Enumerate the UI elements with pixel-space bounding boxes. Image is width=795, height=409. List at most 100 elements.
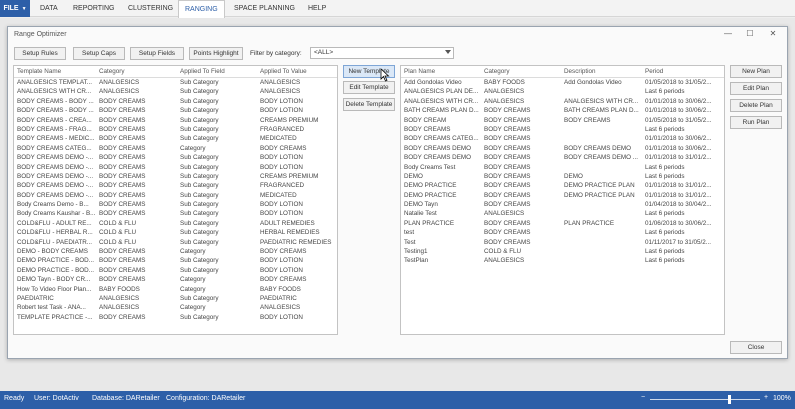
plan-row[interactable]: BODY CREAMS BODY CREAMS Last 6 periods — [401, 125, 724, 134]
tab-ranging[interactable]: RANGING — [178, 0, 225, 18]
template-row[interactable]: Robert test Task - ANA... ANALGESICS Categ… — [14, 303, 337, 312]
template-row[interactable]: DEMO PRACTICE - BOD... BODY CREAMS Sub Cat… — [14, 266, 337, 275]
zoom-in-button[interactable]: + — [764, 394, 768, 401]
plan-row[interactable]: Testing1 COLD & FLU Last 6 periods — [401, 247, 724, 256]
template-row[interactable]: BODY CREAMS DEMO -... BODY CREAMS Sub Cate… — [14, 191, 337, 200]
plan-row[interactable]: DEMO PRACTICE BODY CREAMS DEMO PRACTICE PL… — [401, 181, 724, 190]
zoom-slider[interactable] — [650, 395, 760, 404]
table-cell: BODY CREAMS — [99, 116, 146, 124]
plan-row[interactable]: Body Creams Test BODY CREAMS Last 6 period… — [401, 163, 724, 172]
tab-space-planning[interactable]: SPACE PLANNING — [228, 0, 301, 17]
plan-row[interactable]: Test BODY CREAMS 01/11/2017 to 31/05/2... — [401, 238, 724, 247]
plan-row[interactable]: Natalie Test ANALGESICS Last 6 periods — [401, 209, 724, 218]
maximize-icon[interactable]: ☐ — [740, 28, 760, 40]
plan-row[interactable]: PLAN PRACTICE BODY CREAMS PLAN PRACTICE 01/… — [401, 219, 724, 228]
template-row[interactable]: BODY CREAMS - BODY ... BODY CREAMS Sub Cat… — [14, 97, 337, 106]
edit-plan-button[interactable]: Edit Plan — [730, 82, 782, 95]
table-cell: Body Creams Kaushar - B... — [17, 210, 96, 218]
plan-row[interactable]: TestPlan ANALGESICS Last 6 periods — [401, 256, 724, 265]
plan-row[interactable]: ANALGESICS PLAN DE... ANALGESICS Last 6 pe… — [401, 87, 724, 96]
template-row[interactable]: ANALGESICS WITH CR... ANALGESICS Sub Categ… — [14, 87, 337, 96]
setup-caps-button[interactable]: Setup Caps — [73, 47, 125, 60]
ribbon: FILE ▼ DATA REPORTING CLUSTERING RANGING… — [0, 0, 795, 18]
table-cell: BODY CREAMS — [99, 172, 146, 180]
template-row[interactable]: COLD&FLU - HERBAL R... COLD & FLU Sub Cate… — [14, 228, 337, 237]
tab-data[interactable]: DATA — [34, 0, 64, 17]
column-header[interactable]: Category — [481, 66, 561, 77]
plan-row[interactable]: BODY CREAMS CATEG... BODY CREAMS 01/01/201… — [401, 134, 724, 143]
tab-help[interactable]: HELP — [302, 0, 332, 17]
template-row[interactable]: BODY CREAMS - MEDIC... BODY CREAMS Sub Cat… — [14, 134, 337, 143]
table-cell: ADULT REMEDIES — [260, 219, 315, 227]
column-header[interactable]: Applied To Field — [177, 66, 257, 77]
new-plan-button[interactable]: New Plan — [730, 65, 782, 78]
template-row[interactable]: COLD&FLU - PAEDIATR... COLD & FLU Sub Cate… — [14, 238, 337, 247]
template-row[interactable]: COLD&FLU - ADULT RE... COLD & FLU Sub Cate… — [14, 219, 337, 228]
template-row[interactable]: BODY CREAMS DEMO -... BODY CREAMS Sub Cate… — [14, 153, 337, 162]
plan-row[interactable]: test BODY CREAMS Last 6 periods — [401, 228, 724, 237]
plan-row[interactable]: BODY CREAM BODY CREAMS BODY CREAMS 01/05/20… — [401, 116, 724, 125]
table-cell: BODY CREAMS — [99, 313, 146, 321]
table-cell — [561, 125, 642, 134]
setup-rules-button[interactable]: Setup Rules — [14, 47, 66, 60]
plan-row[interactable]: BODY CREAMS DEMO BODY CREAMS BODY CREAMS D… — [401, 153, 724, 162]
template-row[interactable]: BODY CREAMS DEMO -... BODY CREAMS Sub Cate… — [14, 172, 337, 181]
column-header[interactable]: Period — [642, 66, 724, 77]
points-highlight-button[interactable]: Points Highlight — [189, 47, 243, 60]
plan-row[interactable]: Add Gondolas Video BABY FOODS Add Gondolas… — [401, 78, 724, 87]
template-row[interactable]: PAEDIATRIC ANALGESICS Sub Category PAEDIATR… — [14, 294, 337, 303]
template-row[interactable]: Body Creams Demo - B... BODY CREAMS Sub Ca… — [14, 200, 337, 209]
template-row[interactable]: BODY CREAMS CATEG... BODY CREAMS Category B… — [14, 144, 337, 153]
plan-row[interactable]: BODY CREAMS DEMO BODY CREAMS BODY CREAMS D… — [401, 144, 724, 153]
table-cell: ANALGESICS — [260, 79, 301, 86]
tab-clustering[interactable]: CLUSTERING — [122, 0, 179, 17]
templates-grid[interactable]: Template Name Category Applied To Field … — [13, 65, 338, 335]
close-button[interactable]: Close — [730, 341, 782, 354]
table-cell: Sub Category — [180, 210, 219, 218]
template-row[interactable]: BODY CREAMS DEMO -... BODY CREAMS Sub Cate… — [14, 181, 337, 190]
template-row[interactable]: BODY CREAMS - BODY ... BODY CREAMS Sub Cat… — [14, 106, 337, 115]
setup-fields-button[interactable]: Setup Fields — [130, 47, 184, 60]
delete-plan-button[interactable]: Delete Plan — [730, 99, 782, 112]
zoom-out-button[interactable]: − — [641, 394, 645, 401]
zoom-slider-thumb[interactable] — [727, 395, 731, 404]
table-cell: BODY CREAMS — [99, 276, 146, 284]
table-cell: Last 6 periods — [645, 210, 685, 218]
column-header[interactable]: Applied To Value — [257, 66, 337, 77]
column-header[interactable]: Plan Name — [401, 66, 481, 77]
plan-row[interactable]: DEMO BODY CREAMS DEMO Last 6 periods — [401, 172, 724, 181]
template-row[interactable]: BODY CREAMS DEMO -... BODY CREAMS Sub Cate… — [14, 163, 337, 172]
template-row[interactable]: Body Creams Kaushar - B... BODY CREAMS Sub… — [14, 209, 337, 218]
plan-row[interactable]: DEMO Tayn BODY CREAMS 01/04/2018 to 30/04/… — [401, 200, 724, 209]
table-cell — [561, 209, 642, 218]
table-cell: 01/11/2017 to 31/05/2... — [645, 238, 712, 246]
column-header[interactable]: Description — [561, 66, 642, 77]
plans-grid[interactable]: Plan Name Category Description Period Ad… — [400, 65, 725, 335]
table-cell: 01/05/2018 to 31/05/2... — [645, 116, 712, 124]
file-menu-button[interactable]: FILE ▼ — [0, 0, 30, 17]
plan-row[interactable]: BATH CREAMS PLAN D... BODY CREAMS BATH CRE… — [401, 106, 724, 115]
template-row[interactable]: How To Video Floor Plan... BABY FOODS Cate… — [14, 285, 337, 294]
plan-row[interactable]: DEMO PRACTICE BODY CREAMS DEMO PRACTICE PL… — [401, 191, 724, 200]
category-filter-select[interactable]: <ALL> — [310, 47, 454, 59]
column-header[interactable]: Category — [96, 66, 177, 77]
edit-template-button[interactable]: Edit Template — [343, 81, 395, 94]
plan-row[interactable]: ANALGESICS WITH CR... ANALGESICS ANALGESIC… — [401, 97, 724, 106]
template-row[interactable]: DEMO Tayn - BODY CR... BODY CREAMS Categor… — [14, 275, 337, 284]
category-filter-value: <ALL> — [314, 49, 334, 56]
template-row[interactable]: DEMO PRACTICE - BOD... BODY CREAMS Sub Cat… — [14, 256, 337, 265]
template-row[interactable]: BODY CREAMS - CREA... BODY CREAMS Sub Cate… — [14, 116, 337, 125]
template-row[interactable]: TEMPLATE PRACTICE -... BODY CREAMS Sub Cat… — [14, 313, 337, 322]
template-row[interactable]: DEMO - BODY CREAMS BODY CREAMS Category BOD… — [14, 247, 337, 256]
template-row[interactable]: BODY CREAMS - FRAG... BODY CREAMS Sub Cate… — [14, 125, 337, 134]
column-header[interactable]: Template Name — [14, 66, 96, 77]
table-cell — [561, 87, 642, 96]
close-icon[interactable]: ✕ — [763, 28, 783, 40]
delete-template-button[interactable]: Delete Template — [343, 98, 395, 111]
table-cell: PLAN PRACTICE — [564, 219, 615, 227]
minimize-icon[interactable]: — — [718, 28, 738, 40]
tab-reporting[interactable]: REPORTING — [67, 0, 121, 17]
template-row[interactable]: ANALGESICS TEMPLAT... ANALGESICS Sub Categ… — [14, 78, 337, 87]
run-plan-button[interactable]: Run Plan — [730, 116, 782, 129]
table-cell: Last 6 periods — [645, 248, 685, 256]
